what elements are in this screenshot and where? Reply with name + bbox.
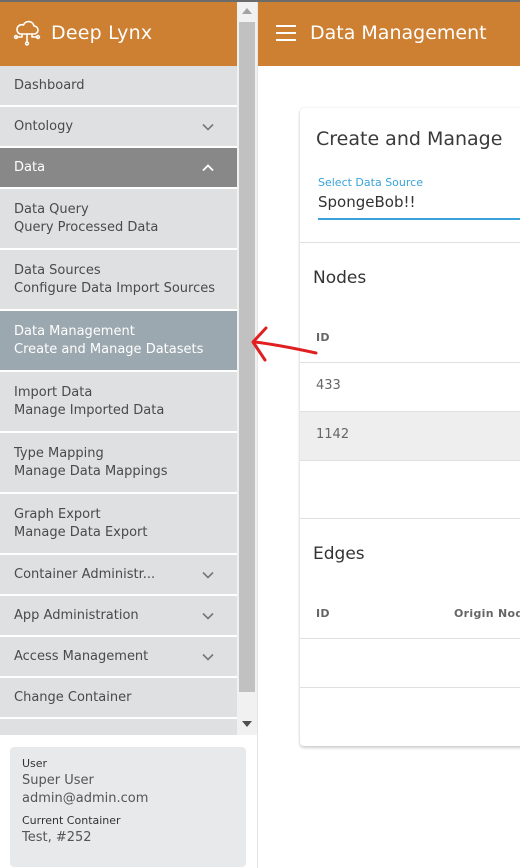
- edges-column-id[interactable]: ID: [316, 607, 330, 620]
- row-divider: [300, 460, 520, 461]
- sidebar-item-label: Data Management: [14, 324, 135, 339]
- sidebar-item-ontology[interactable]: Ontology: [0, 107, 237, 148]
- sidebar-item-import-data[interactable]: Import Data Manage Imported Data: [0, 372, 237, 433]
- sidebar-item-partial[interactable]: [0, 719, 237, 735]
- sidebar-item-type-mapping[interactable]: Type Mapping Manage Data Mappings: [0, 433, 237, 494]
- sidebar-item-data-query[interactable]: Data Query Query Processed Data: [0, 189, 237, 250]
- card-title: Create and Manage: [316, 128, 503, 150]
- user-email: admin@admin.com: [22, 791, 149, 806]
- current-container-value: Test, #252: [22, 830, 92, 845]
- sidebar-item-subtitle: Configure Data Import Sources: [14, 281, 216, 296]
- sidebar-item-label: Change Container: [14, 690, 132, 705]
- sidebar-item-dashboard[interactable]: Dashboard: [0, 66, 237, 107]
- sidebar-item-label: Dashboard: [14, 78, 85, 93]
- scroll-down-arrow-icon[interactable]: [237, 715, 257, 733]
- sidebar: Deep Lynx Dashboard Ontology Data Data Q…: [0, 0, 258, 868]
- sidebar-item-container-administration[interactable]: Container Administr...: [0, 555, 237, 596]
- sidebar-item-subtitle: Manage Data Mappings: [14, 464, 168, 479]
- sidebar-item-data[interactable]: Data: [0, 148, 237, 189]
- scrollbar-thumb[interactable]: [239, 22, 255, 692]
- page-title: Data Management: [310, 22, 487, 44]
- sidebar-item-data-management[interactable]: Data Management Create and Manage Datase…: [0, 311, 237, 372]
- sidebar-scroll-area: Deep Lynx Dashboard Ontology Data Data Q…: [0, 0, 237, 735]
- sidebar-item-change-container[interactable]: Change Container: [0, 678, 237, 719]
- nodes-column-id[interactable]: ID: [316, 331, 330, 344]
- nodes-title: Nodes: [313, 268, 367, 288]
- sidebar-item-label: App Administration: [14, 608, 139, 623]
- sidebar-scrollbar[interactable]: [237, 0, 257, 735]
- sidebar-item-subtitle: Manage Imported Data: [14, 403, 165, 418]
- user-name: Super User: [22, 773, 94, 788]
- sidebar-item-label: Ontology: [14, 119, 74, 134]
- chevron-down-icon: [201, 120, 215, 134]
- sidebar-item-label: Access Management: [14, 649, 149, 664]
- current-container-label: Current Container: [22, 814, 121, 827]
- node-id-cell: 1142: [316, 427, 350, 442]
- sidebar-item-data-sources[interactable]: Data Sources Configure Data Import Sourc…: [0, 250, 237, 311]
- sidebar-item-subtitle: Query Processed Data: [14, 220, 159, 235]
- sidebar-item-label: Data Query: [14, 202, 89, 217]
- chevron-down-icon: [201, 609, 215, 623]
- chevron-down-icon: [201, 650, 215, 664]
- sidebar-item-label: Data Sources: [14, 263, 101, 278]
- window-top-border: [0, 0, 520, 2]
- nodes-footer-divider: [300, 518, 520, 519]
- data-management-card: Create and Manage Select Data Source Spo…: [300, 108, 520, 746]
- brand-header[interactable]: Deep Lynx: [0, 0, 237, 66]
- node-id-cell: 433: [316, 378, 341, 393]
- data-source-select[interactable]: SpongeBob!!: [318, 193, 416, 211]
- divider: [300, 242, 520, 243]
- hamburger-icon[interactable]: [276, 25, 296, 41]
- scroll-up-arrow-icon[interactable]: [237, 2, 257, 20]
- chevron-down-icon: [201, 568, 215, 582]
- cloud-network-icon: [13, 19, 41, 47]
- edges-header-divider: [300, 638, 520, 639]
- data-source-select-label: Select Data Source: [318, 176, 423, 189]
- sidebar-item-label: Container Administr...: [14, 567, 156, 582]
- user-info-card: User Super User admin@admin.com Current …: [10, 747, 246, 867]
- chevron-up-icon: [201, 161, 215, 175]
- sidebar-item-app-administration[interactable]: App Administration: [0, 596, 237, 637]
- edges-column-origin-node[interactable]: Origin Nod: [454, 607, 520, 620]
- sidebar-item-label: Graph Export: [14, 507, 101, 522]
- sidebar-item-access-management[interactable]: Access Management: [0, 637, 237, 678]
- sidebar-item-label: Type Mapping: [14, 446, 104, 461]
- user-label: User: [22, 757, 48, 770]
- app-bar: Data Management: [258, 0, 520, 66]
- sidebar-item-subtitle: Manage Data Export: [14, 525, 148, 540]
- sidebar-item-label: Import Data: [14, 385, 93, 400]
- edges-empty-row-divider: [300, 687, 520, 688]
- sidebar-item-subtitle: Create and Manage Datasets: [14, 342, 204, 357]
- table-row[interactable]: 433: [300, 363, 520, 411]
- data-source-select-underline: [318, 218, 520, 220]
- sidebar-item-graph-export[interactable]: Graph Export Manage Data Export: [0, 494, 237, 555]
- sidebar-item-label: Data: [14, 160, 46, 175]
- edges-title: Edges: [313, 544, 365, 564]
- brand-name: Deep Lynx: [51, 22, 153, 44]
- table-row[interactable]: 1142: [300, 412, 520, 460]
